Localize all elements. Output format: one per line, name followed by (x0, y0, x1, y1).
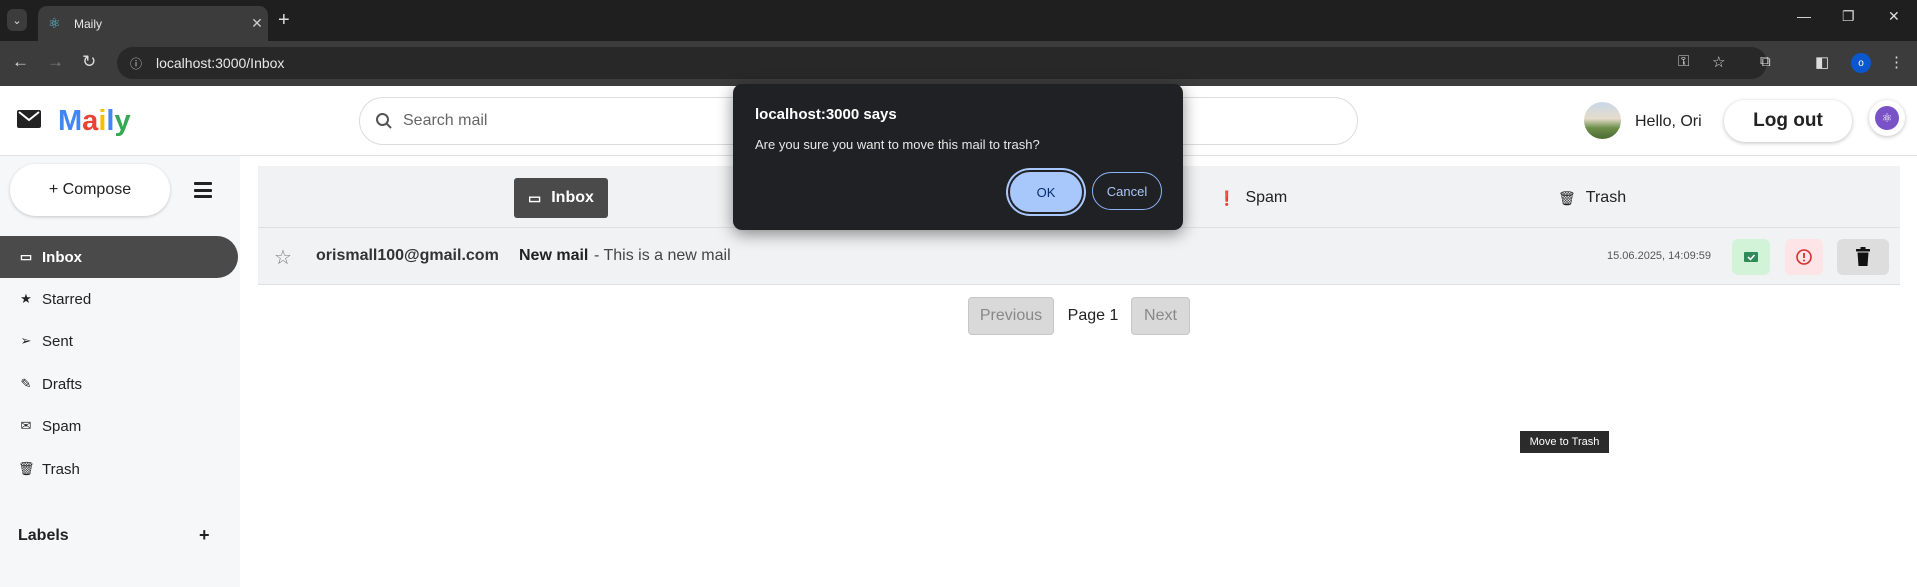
app-logo[interactable]: Maily (58, 105, 131, 138)
edit-icon: ✎ (20, 376, 32, 391)
browser-tab-bar: ⌄ ⚛ Maily ✕ + — ❐ ✕ (0, 0, 1917, 41)
report-spam-button[interactable] (1785, 239, 1823, 275)
browser-toolbar: ← → ↻ ⓘ localhost:3000/Inbox ⚿ ☆ ⧉ ◧ ⋮ (0, 41, 1917, 86)
cancel-button[interactable]: Cancel (1092, 172, 1162, 210)
star-icon: ★ (20, 291, 32, 306)
inbox-icon: ▭ (528, 189, 542, 206)
star-toggle-icon[interactable]: ☆ (274, 245, 292, 270)
mail-icon (17, 110, 41, 128)
sidebar-item-label: Starred (42, 290, 92, 308)
browser-tab[interactable]: ⚛ Maily ✕ (38, 6, 268, 41)
sidebar-item-drafts[interactable]: ✎ Drafts (0, 363, 238, 405)
sidebar-item-trash[interactable]: 🗑 Trash (0, 448, 238, 490)
address-url: localhost:3000/Inbox (156, 55, 285, 71)
add-label-button[interactable]: + (199, 525, 210, 546)
logout-button[interactable]: Log out (1724, 100, 1852, 142)
sidebar-item-label: Sent (42, 332, 73, 350)
greeting-text: Hello, Ori (1635, 113, 1702, 130)
confirm-dialog: localhost:3000 says Are you sure you wan… (733, 84, 1183, 230)
side-panel-icon[interactable]: ◧ (1815, 53, 1829, 71)
next-page-button[interactable]: Next (1131, 297, 1190, 335)
page-indicator: Page 1 (1067, 307, 1119, 324)
password-key-icon[interactable]: ⚿ (1678, 53, 1689, 70)
sidebar-item-spam[interactable]: ✉ Spam (0, 405, 238, 447)
reload-icon[interactable]: ↻ (82, 52, 96, 72)
sidebar-item-label: Inbox (42, 248, 82, 266)
user-avatar[interactable] (1584, 102, 1621, 139)
mail-snippet: - This is a new mail (594, 247, 731, 264)
extensions-icon[interactable]: ⧉ (1760, 53, 1771, 70)
devtools-react-icon[interactable]: ⚛ (1869, 100, 1905, 136)
mail-subject: New mail (519, 247, 589, 264)
sidebar-item-sent[interactable]: ➢ Sent (0, 320, 238, 362)
previous-page-button[interactable]: Previous (968, 297, 1054, 335)
bookmark-star-icon[interactable]: ☆ (1712, 53, 1725, 71)
paper-plane-icon: ➢ (20, 333, 32, 348)
sidebar-item-label: Spam (42, 417, 82, 435)
forward-icon[interactable]: → (47, 52, 64, 72)
logo-letter: M (58, 105, 83, 137)
inbox-icon: ▭ (19, 249, 33, 264)
envelope-check-icon (1744, 252, 1758, 262)
move-to-trash-button[interactable] (1837, 239, 1889, 275)
dialog-title: localhost:3000 says (755, 106, 897, 123)
tab-trash[interactable]: 🗑 Trash (1544, 178, 1640, 218)
mail-row[interactable]: ☆ orismall100@gmail.com New mail - This … (258, 228, 1900, 285)
trash-icon: 🗑 (1558, 189, 1576, 206)
address-bar[interactable]: ⓘ localhost:3000/Inbox (117, 47, 1767, 79)
sidebar-item-label: Drafts (42, 375, 83, 393)
trash-icon (1856, 247, 1870, 266)
mail-date: 15.06.2025, 14:09:59 (1607, 250, 1711, 262)
move-to-trash-tooltip: Move to Trash (1520, 431, 1609, 453)
compose-button[interactable]: + Compose (10, 164, 170, 216)
menu-toggle-icon[interactable] (194, 182, 212, 198)
restore-icon[interactable]: ❐ (1842, 8, 1855, 25)
site-info-icon[interactable]: ⓘ (130, 55, 150, 72)
tab-label: Spam (1245, 189, 1288, 206)
tab-title: Maily (74, 16, 103, 31)
exclamation-icon: ❗ (1218, 189, 1236, 206)
ok-button[interactable]: OK (1010, 172, 1082, 212)
browser-menu-icon[interactable]: ⋮ (1889, 53, 1904, 71)
dialog-message: Are you sure you want to move this mail … (755, 137, 1040, 152)
trash-icon: 🗑 (18, 461, 35, 476)
tab-spam[interactable]: ❗ Spam (1204, 178, 1301, 218)
sidebar-item-inbox[interactable]: ▭ Inbox (0, 236, 238, 278)
tab-label: Inbox (551, 189, 594, 206)
sidebar-item-label: Trash (42, 460, 80, 478)
tab-label: Trash (1585, 189, 1627, 206)
search-input[interactable]: Search mail (403, 112, 487, 130)
labels-heading: Labels (18, 527, 69, 544)
mark-read-button[interactable] (1732, 239, 1770, 275)
browser-profile-avatar[interactable]: o (1851, 53, 1871, 73)
tab-close-icon[interactable]: ✕ (246, 15, 268, 32)
exclamation-circle-icon (1796, 249, 1812, 265)
logo-letter: a (82, 105, 99, 137)
tab-inbox[interactable]: ▭ Inbox (514, 178, 608, 218)
sidebar-item-starred[interactable]: ★ Starred (0, 278, 238, 320)
sidebar: + Compose ▭ Inbox ★ Starred ➢ Sent ✎ Dra… (0, 156, 240, 587)
envelope-icon: ✉ (20, 418, 32, 433)
window-close-icon[interactable]: ✕ (1888, 8, 1900, 25)
minimize-icon[interactable]: — (1797, 8, 1811, 24)
tab-search-button[interactable]: ⌄ (7, 9, 27, 31)
mail-sender: orismall100@gmail.com (316, 247, 499, 264)
back-icon[interactable]: ← (12, 52, 29, 72)
search-icon (376, 113, 392, 129)
logo-letter: y (114, 105, 131, 137)
react-favicon-icon: ⚛ (48, 15, 61, 31)
new-tab-button[interactable]: + (278, 9, 290, 31)
